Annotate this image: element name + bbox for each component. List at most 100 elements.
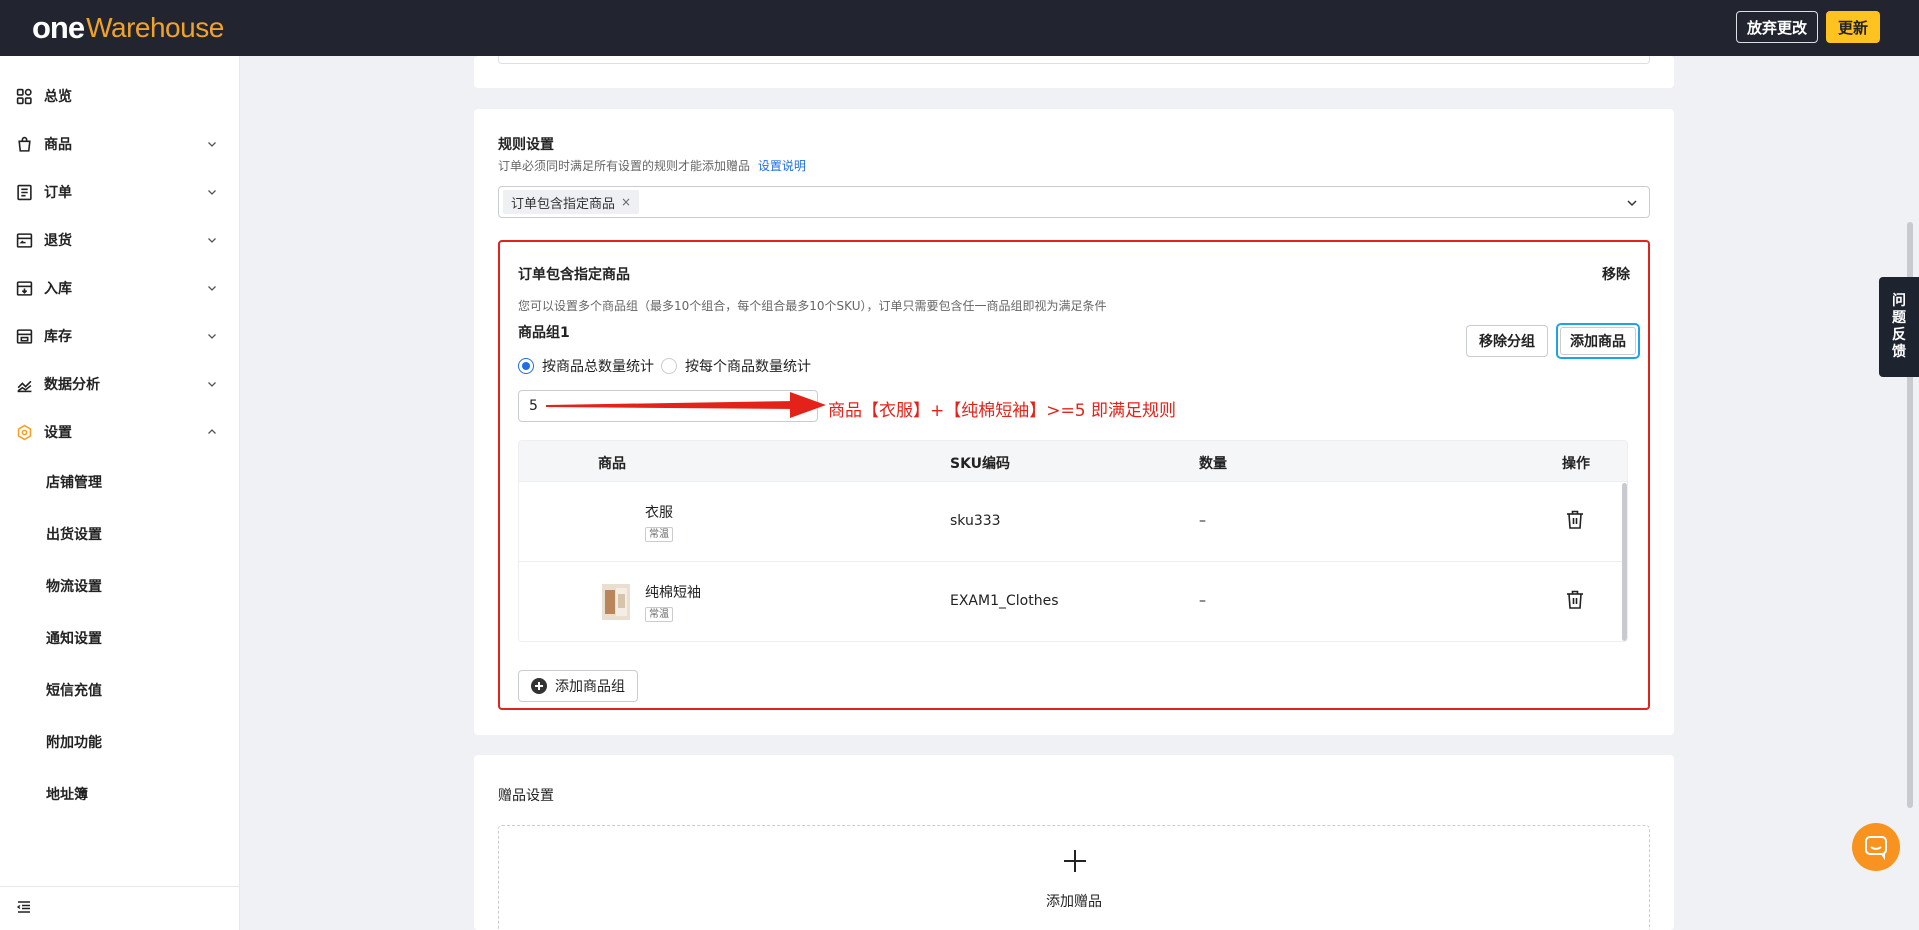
sidebar-subitem-label: 短信充值: [46, 683, 102, 699]
remove-rule-button[interactable]: 移除: [1602, 264, 1630, 284]
sidebar-subitem-label: 店铺管理: [46, 475, 102, 491]
feedback-char: 题: [1892, 310, 1906, 326]
product-thumbnail: [602, 584, 630, 620]
sidebar-item-inventory[interactable]: 库存: [0, 316, 240, 356]
inbound-icon: [16, 280, 33, 296]
settings-help-link[interactable]: 设置说明: [758, 159, 806, 173]
close-icon[interactable]: ×: [621, 195, 631, 209]
sidebar-subitem-addons[interactable]: 附加功能: [0, 722, 240, 762]
chat-icon: [1865, 836, 1887, 860]
sidebar-subitem-logistics-settings[interactable]: 物流设置: [0, 566, 240, 606]
sidebar-subitem-address-book[interactable]: 地址簿: [0, 774, 240, 814]
sidebar-item-label: 商品: [44, 137, 72, 153]
sidebar-subitem-label: 附加功能: [46, 735, 102, 751]
sidebar-subitem-notification-settings[interactable]: 通知设置: [0, 618, 240, 658]
sidebar-item-label: 退货: [44, 233, 72, 249]
rule-annotation: 商品【衣服】+【纯棉短袖】>=5 即满足规则: [828, 401, 1176, 421]
sidebar-item-settings[interactable]: 设置: [0, 412, 240, 452]
sidebar-subitem-label: 通知设置: [46, 631, 102, 647]
add-product-group-button[interactable]: 添加商品组: [518, 670, 638, 702]
logo-warehouse-text: Warehouse: [86, 12, 224, 43]
sidebar-item-returns[interactable]: 退货: [0, 220, 240, 260]
sidebar-subitem-label: 地址簿: [46, 787, 88, 803]
column-header-sku: SKU编码: [950, 456, 1011, 472]
rules-settings-card: 规则设置 订单必须同时满足所有设置的规则才能添加赠品 设置说明 订单包含指定商品…: [474, 109, 1674, 735]
table-row: 纯棉短袖 常温 EXAM1_Clothes –: [519, 561, 1627, 641]
sidebar: 总览 商品 订单 退货 入库 库存 数据分析 设置 店铺管理 出货设置 物流设置…: [0, 56, 240, 930]
chat-support-button[interactable]: [1852, 823, 1900, 871]
return-icon: [16, 232, 33, 248]
feedback-char: 馈: [1892, 344, 1906, 360]
sidebar-item-analytics[interactable]: 数据分析: [0, 364, 240, 404]
discard-changes-button[interactable]: 放弃更改: [1736, 11, 1818, 43]
column-header-quantity: 数量: [1199, 456, 1227, 472]
sidebar-subitem-sms-recharge[interactable]: 短信充值: [0, 670, 240, 710]
rule-block-description: 您可以设置多个商品组（最多10个组合，每个组合最多10个SKU），订单只需要包含…: [518, 299, 1107, 313]
plus-circle-icon: [531, 678, 547, 694]
logo-one-text: one: [32, 10, 85, 45]
order-icon: [17, 184, 32, 200]
sidebar-item-products[interactable]: 商品: [0, 124, 240, 164]
app-logo[interactable]: one Warehouse: [32, 10, 224, 46]
radio-each-quantity[interactable]: 按每个商品数量统计: [661, 356, 811, 376]
radio-total-quantity[interactable]: 按商品总数量统计: [518, 356, 654, 376]
add-gift-label: 添加赠品: [1046, 894, 1102, 910]
rule-block-title: 订单包含指定商品: [518, 267, 630, 283]
sidebar-subitem-store-management[interactable]: 店铺管理: [0, 462, 240, 502]
chevron-down-icon: [208, 238, 216, 243]
sidebar-item-orders[interactable]: 订单: [0, 172, 240, 212]
sidebar-item-overview[interactable]: 总览: [0, 76, 240, 116]
chevron-down-icon: [208, 142, 216, 147]
gift-settings-card: 赠品设置 添加赠品: [474, 755, 1674, 930]
previous-section-card: [474, 56, 1674, 88]
sidebar-footer: [0, 886, 240, 930]
product-storage-tag: 常温: [645, 607, 673, 622]
chevron-down-icon: [208, 382, 216, 387]
feedback-tab[interactable]: 问 题 反 馈: [1879, 277, 1919, 377]
delete-icon[interactable]: [1566, 510, 1584, 530]
rule-type-select[interactable]: 订单包含指定商品 ×: [498, 186, 1650, 218]
update-button[interactable]: 更新: [1826, 11, 1880, 43]
collapse-sidebar-icon[interactable]: [16, 899, 32, 915]
top-bar: one Warehouse 放弃更改 更新: [0, 0, 1919, 56]
add-product-button-focus-ring: 添加商品: [1556, 323, 1640, 359]
chevron-down-icon: [208, 286, 216, 291]
inventory-icon: [16, 328, 33, 344]
chevron-up-icon: [208, 429, 216, 434]
table-row: 衣服 常温 sku333 –: [519, 481, 1627, 561]
add-gift-dropzone[interactable]: 添加赠品: [498, 825, 1650, 930]
sidebar-item-label: 设置: [44, 425, 72, 441]
annotation-arrow: [546, 392, 826, 418]
sidebar-item-inbound[interactable]: 入库: [0, 268, 240, 308]
sidebar-item-label: 订单: [44, 185, 72, 201]
sidebar-item-label: 数据分析: [44, 377, 100, 393]
chevron-down-icon: [208, 190, 216, 195]
column-header-product: 商品: [598, 456, 626, 472]
radio-unselected-indicator: [661, 358, 677, 374]
remove-group-button[interactable]: 移除分组: [1466, 325, 1548, 357]
column-header-actions: 操作: [1562, 456, 1590, 472]
previous-section-field: [498, 56, 1650, 64]
radio-selected-indicator: [518, 358, 534, 374]
rules-description-text: 订单必须同时满足所有设置的规则才能添加赠品: [498, 159, 751, 173]
chevron-down-icon: [208, 334, 216, 339]
table-header: 商品 SKU编码 数量 操作: [519, 441, 1627, 481]
rules-description: 订单必须同时满足所有设置的规则才能添加赠品 设置说明: [498, 157, 806, 174]
add-product-group-label: 添加商品组: [555, 679, 625, 695]
settings-icon: [17, 424, 32, 440]
product-storage-tag: 常温: [645, 527, 673, 542]
product-quantity: –: [1199, 593, 1206, 609]
add-product-button[interactable]: 添加商品: [1560, 327, 1636, 355]
table-scrollbar[interactable]: [1622, 483, 1627, 641]
sidebar-item-label: 总览: [44, 89, 72, 105]
sidebar-subitem-shipping-settings[interactable]: 出货设置: [0, 514, 240, 554]
product-sku: EXAM1_Clothes: [950, 593, 1059, 609]
feedback-char: 问: [1892, 293, 1906, 309]
sidebar-subitem-label: 出货设置: [46, 527, 102, 543]
chevron-down-icon: [1627, 200, 1637, 207]
radio-total-quantity-label: 按商品总数量统计: [542, 359, 654, 375]
delete-icon[interactable]: [1566, 590, 1584, 610]
product-quantity: –: [1199, 513, 1206, 529]
sidebar-item-label: 入库: [44, 281, 72, 297]
sidebar-subitem-label: 物流设置: [46, 579, 102, 595]
